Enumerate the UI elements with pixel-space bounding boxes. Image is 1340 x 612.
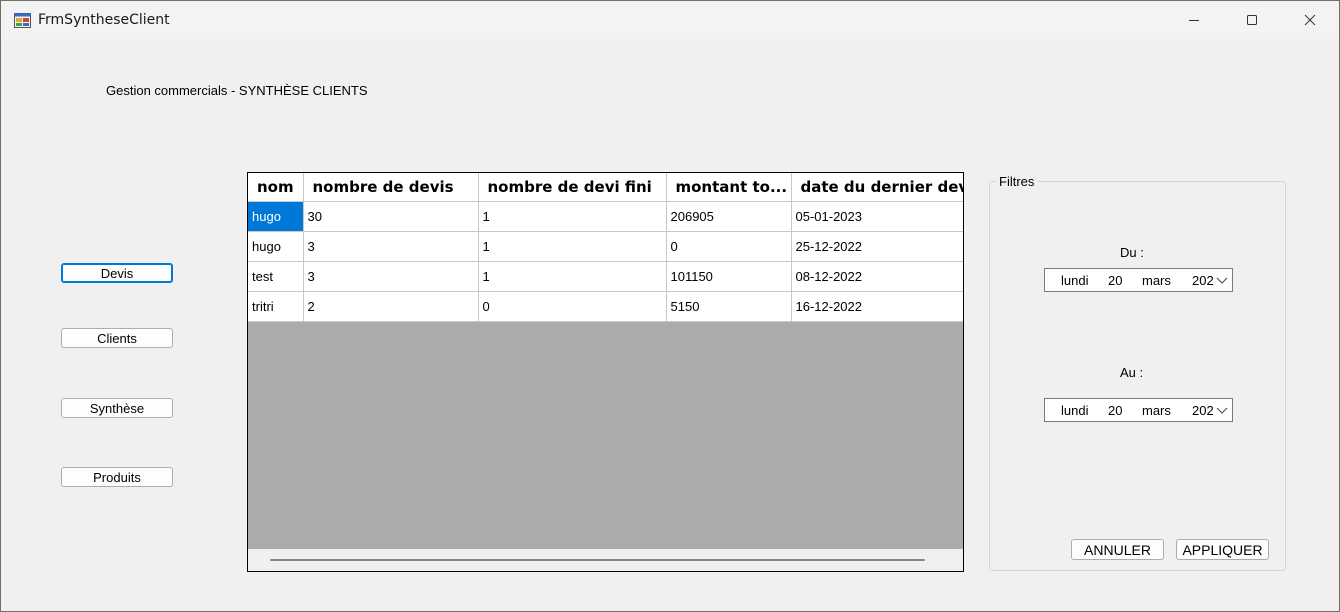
au-day: 20 xyxy=(1108,403,1123,418)
grid-cell[interactable]: tritri xyxy=(248,291,304,322)
apply-button[interactable]: APPLIQUER xyxy=(1176,539,1269,560)
au-date-picker[interactable]: lundi 20 mars 202 xyxy=(1044,398,1233,422)
grid-cell[interactable]: 0 xyxy=(666,231,792,262)
produits-button[interactable]: Produits xyxy=(61,467,173,487)
horizontal-scrollbar[interactable] xyxy=(248,549,963,571)
form-heading: Gestion commercials - SYNTHÈSE CLIENTS xyxy=(106,83,368,98)
close-button[interactable] xyxy=(1281,1,1339,39)
du-label: Du : xyxy=(1120,245,1144,260)
table-row[interactable]: hugo 3 1 0 25-12-2022 xyxy=(248,231,963,262)
grid-cell[interactable]: 1 xyxy=(478,261,667,292)
du-year: 202 xyxy=(1192,273,1214,288)
chevron-down-icon[interactable] xyxy=(1216,275,1228,285)
grid-cell[interactable]: hugo xyxy=(248,201,304,232)
column-header-nombre-de-devis[interactable]: nombre de devis xyxy=(303,173,479,202)
table-row[interactable]: tritri 2 0 5150 16-12-2022 xyxy=(248,291,963,322)
grid-cell[interactable]: 101150 xyxy=(666,261,792,292)
grid-cell[interactable]: 30 xyxy=(303,201,479,232)
column-header-nombre-de-devi-fini[interactable]: nombre de devi fini xyxy=(478,173,667,202)
column-header-montant-total[interactable]: montant to... xyxy=(666,173,792,202)
grid-cell[interactable]: 5150 xyxy=(666,291,792,322)
scrollbar-thumb[interactable] xyxy=(270,559,925,561)
grid-table: nom nombre de devis nombre de devi fini … xyxy=(248,173,963,322)
minimize-button[interactable] xyxy=(1165,1,1223,39)
au-month: mars xyxy=(1142,403,1171,418)
clients-button[interactable]: Clients xyxy=(61,328,173,348)
grid-cell[interactable]: 16-12-2022 xyxy=(791,291,963,322)
close-icon xyxy=(1304,14,1316,26)
grid-cell[interactable]: test xyxy=(248,261,304,292)
au-year: 202 xyxy=(1192,403,1214,418)
table-row[interactable]: hugo 30 1 206905 05-01-2023 xyxy=(248,201,963,232)
client-summary-grid[interactable]: nom nombre de devis nombre de devi fini … xyxy=(247,172,964,572)
cancel-button[interactable]: ANNULER xyxy=(1071,539,1164,560)
au-day-name: lundi xyxy=(1061,403,1089,418)
devis-button[interactable]: Devis xyxy=(61,263,173,283)
grid-header-row: nom nombre de devis nombre de devi fini … xyxy=(248,173,963,202)
du-day-name: lundi xyxy=(1061,273,1089,288)
du-month: mars xyxy=(1142,273,1171,288)
au-label: Au : xyxy=(1120,365,1144,380)
grid-cell[interactable]: 2 xyxy=(303,291,479,322)
app-form-icon xyxy=(14,13,31,28)
grid-cell[interactable]: 206905 xyxy=(666,201,792,232)
du-day: 20 xyxy=(1108,273,1123,288)
title-bar[interactable]: FrmSyntheseClient xyxy=(1,1,1339,39)
column-header-nom[interactable]: nom xyxy=(248,173,304,202)
grid-cell[interactable]: 0 xyxy=(478,291,667,322)
table-row[interactable]: test 3 1 101150 08-12-2022 xyxy=(248,261,963,292)
window-title: FrmSyntheseClient xyxy=(38,12,170,28)
synthese-button[interactable]: Synthèse xyxy=(61,398,173,418)
grid-cell[interactable]: 1 xyxy=(478,231,667,262)
minimize-icon xyxy=(1189,20,1199,21)
chevron-down-icon[interactable] xyxy=(1216,405,1228,415)
maximize-icon xyxy=(1247,15,1257,25)
maximize-button[interactable] xyxy=(1223,1,1281,39)
grid-cell[interactable]: 3 xyxy=(303,261,479,292)
column-header-date-dernier-devis[interactable]: date du dernier dev xyxy=(791,173,963,202)
grid-cell[interactable]: 3 xyxy=(303,231,479,262)
form-window: FrmSyntheseClient Gestion commercials - … xyxy=(0,0,1340,612)
filters-title: Filtres xyxy=(996,174,1038,189)
grid-cell[interactable]: 08-12-2022 xyxy=(791,261,963,292)
grid-cell[interactable]: hugo xyxy=(248,231,304,262)
grid-cell[interactable]: 25-12-2022 xyxy=(791,231,963,262)
du-date-picker[interactable]: lundi 20 mars 202 xyxy=(1044,268,1233,292)
grid-cell[interactable]: 1 xyxy=(478,201,667,232)
grid-cell[interactable]: 05-01-2023 xyxy=(791,201,963,232)
